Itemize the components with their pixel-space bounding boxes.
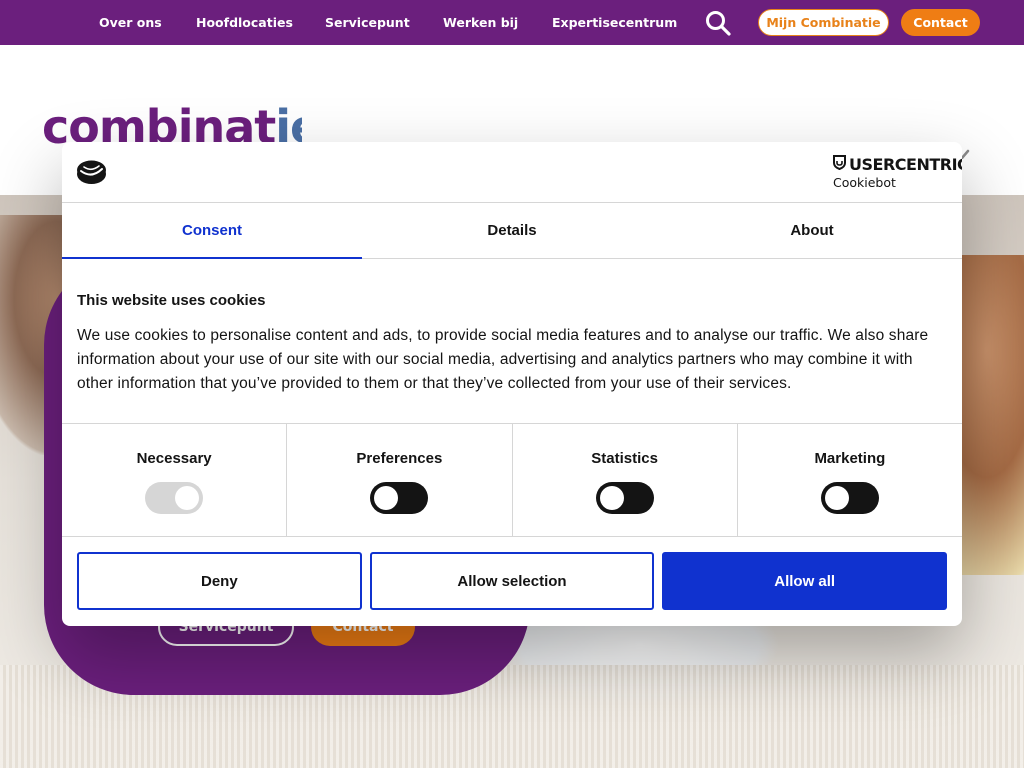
category-label: Necessary (136, 450, 212, 467)
cookie-description: We use cookies to personalise content an… (77, 327, 929, 392)
top-nav: Over ons Hoofdlocaties Servicepunt Werke… (0, 0, 1024, 45)
cookie-dialog: USERCENTRICS Cookiebot Consent Details A… (62, 142, 962, 626)
tab-details[interactable]: Details (362, 203, 662, 258)
search-icon[interactable] (704, 9, 732, 37)
marketing-toggle[interactable] (820, 482, 879, 514)
cookie-title: This website uses cookies (77, 292, 266, 309)
nav-link-expertisecentrum[interactable]: Expertisecentrum (552, 0, 677, 45)
cookie-body: This website uses cookies We use cookies… (77, 292, 947, 396)
cookiebot-logo-icon (76, 159, 107, 185)
preferences-toggle[interactable] (370, 482, 429, 514)
cookiebot-name: Cookiebot (833, 175, 896, 190)
contact-button[interactable]: Contact (901, 9, 980, 36)
mijn-combinatie-button[interactable]: Mijn Combinatie (758, 9, 889, 36)
allow-all-button[interactable]: Allow all (662, 552, 948, 610)
category-label: Marketing (814, 450, 886, 467)
deny-button[interactable]: Deny (77, 552, 362, 610)
category-marketing: Marketing (738, 424, 962, 536)
tab-consent[interactable]: Consent (62, 203, 362, 259)
category-preferences: Preferences (287, 424, 513, 536)
necessary-toggle (145, 482, 204, 514)
category-necessary: Necessary (62, 424, 288, 536)
nav-link-servicepunt[interactable]: Servicepunt (325, 0, 410, 45)
nav-link-over-ons[interactable]: Over ons (99, 0, 162, 45)
cookie-tabs: Consent Details About (62, 203, 962, 259)
nav-link-werken-bij[interactable]: Werken bij (443, 0, 518, 45)
category-label: Statistics (591, 450, 658, 467)
usercentrics-brand: USERCENTRICS Cookiebot (833, 155, 962, 191)
allow-selection-button[interactable]: Allow selection (369, 552, 655, 610)
usercentrics-shield-icon (833, 155, 846, 174)
usercentrics-name: USERCENTRICS (849, 154, 962, 174)
tab-about[interactable]: About (662, 203, 962, 258)
cookie-categories: Necessary Preferences Statistics Marketi… (62, 423, 962, 537)
statistics-toggle[interactable] (595, 482, 654, 514)
category-label: Preferences (356, 450, 443, 467)
nav-link-hoofdlocaties[interactable]: Hoofdlocaties (196, 0, 293, 45)
cookie-dialog-header: USERCENTRICS Cookiebot (62, 142, 962, 203)
cookie-actions: Deny Allow selection Allow all (77, 552, 948, 610)
category-statistics: Statistics (513, 424, 738, 536)
